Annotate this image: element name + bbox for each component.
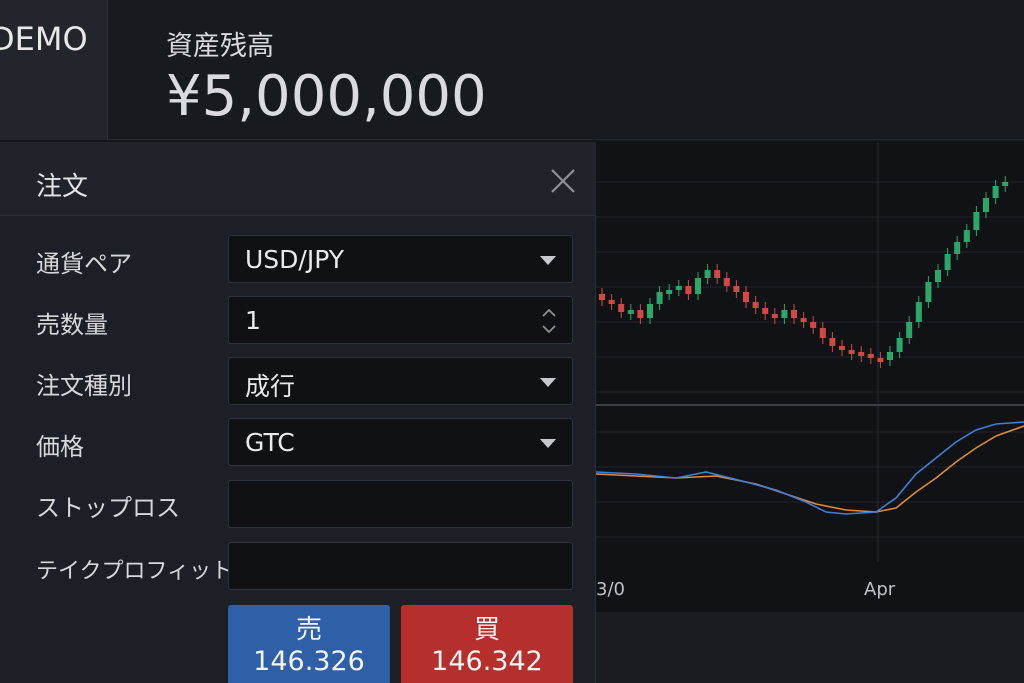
stepper-icon[interactable]	[540, 306, 558, 336]
candle-body	[963, 230, 970, 242]
candle-body	[848, 350, 855, 354]
buy-price: 146.342	[431, 646, 543, 677]
candle-body	[599, 294, 605, 300]
candle-body	[743, 292, 749, 302]
chart-grid	[596, 142, 1024, 562]
candle-body	[877, 358, 884, 362]
candle-body	[656, 292, 663, 304]
candle-body	[752, 302, 759, 308]
close-button[interactable]	[546, 164, 580, 198]
candle-body	[925, 282, 932, 302]
candle-body	[887, 352, 893, 360]
candle-body	[983, 198, 989, 212]
order-type-select[interactable]: 成行	[228, 357, 573, 405]
price-chart[interactable]: 3/0 Apr	[596, 142, 1024, 612]
x-tick-label: Apr	[864, 579, 896, 600]
chevron-down-icon	[540, 439, 556, 448]
candle-body	[771, 314, 778, 318]
stop-loss-label: ストップロス	[36, 494, 180, 522]
candle-body	[867, 354, 874, 358]
x-tick-label: 3/0	[596, 579, 625, 600]
demo-mode-tab[interactable]: DEMO	[0, 0, 108, 140]
candle-body	[618, 304, 625, 312]
sell-price: 146.326	[253, 646, 365, 677]
price-select[interactable]: GTC	[228, 418, 573, 466]
order-panel: 注文 通貨ペア USD/JPY 売数量 1 注文種別 成行 価格 GTC ストッ…	[0, 142, 596, 683]
order-panel-title: 注文	[36, 172, 89, 202]
candle-body	[704, 270, 711, 278]
candle-body	[944, 254, 951, 270]
candle-body	[723, 278, 730, 286]
candle-body	[810, 322, 817, 328]
quantity-label: 売数量	[36, 311, 108, 339]
chart-canvas: 3/0 Apr	[596, 142, 1024, 600]
candle-body	[685, 286, 692, 294]
candle-body	[791, 310, 797, 318]
indicator-line-fast	[596, 421, 1024, 515]
candlestick-series	[599, 176, 1009, 368]
demo-label: DEMO	[0, 20, 88, 58]
candle-body	[800, 318, 807, 322]
candle-body	[627, 310, 634, 314]
candle-body	[647, 304, 653, 318]
candle-body	[896, 338, 903, 352]
price-label: 価格	[36, 433, 84, 461]
chart-footer	[596, 612, 1024, 683]
quantity-stepper[interactable]: 1	[228, 296, 573, 344]
candle-body	[608, 300, 615, 304]
candle-body	[781, 310, 788, 318]
candle-body	[666, 290, 673, 294]
candle-body	[906, 322, 913, 338]
candle-body	[915, 302, 922, 322]
candle-body	[858, 352, 865, 356]
candle-body	[637, 310, 644, 318]
candle-body	[675, 286, 682, 290]
candle-body	[1002, 182, 1009, 186]
candle-body	[733, 286, 740, 292]
chevron-down-icon	[540, 378, 556, 387]
buy-button-label: 買	[473, 615, 500, 645]
close-icon	[551, 169, 575, 193]
order-type-label: 注文種別	[36, 372, 132, 400]
account-header: DEMO 資産残高 ¥5,000,000	[0, 0, 1024, 140]
candle-body	[935, 270, 941, 282]
buy-button[interactable]: 買 146.342	[401, 605, 573, 683]
balance-value: ¥5,000,000	[166, 64, 487, 129]
candle-body	[839, 346, 845, 350]
candle-body	[714, 270, 721, 278]
order-type-value: 成行	[245, 372, 296, 401]
candle-body	[992, 186, 999, 198]
candle-body	[695, 278, 701, 294]
take-profit-label: テイクプロフィット	[36, 559, 234, 584]
price-value: GTC	[245, 428, 295, 457]
candle-body	[973, 212, 980, 230]
candle-body	[829, 338, 836, 346]
currency-pair-value: USD/JPY	[245, 245, 345, 274]
balance-label: 資産残高	[166, 31, 274, 62]
quantity-value: 1	[245, 306, 261, 335]
order-panel-header: 注文	[0, 142, 596, 216]
take-profit-input[interactable]	[228, 542, 573, 590]
candle-body	[954, 242, 961, 254]
currency-pair-label: 通貨ペア	[36, 250, 132, 278]
sell-button[interactable]: 売 146.326	[228, 605, 390, 683]
candle-body	[819, 328, 826, 338]
chevron-down-icon	[540, 256, 556, 265]
sell-button-label: 売	[295, 615, 322, 645]
currency-pair-select[interactable]: USD/JPY	[228, 235, 573, 283]
stop-loss-input[interactable]	[228, 480, 573, 528]
candle-body	[762, 308, 769, 314]
